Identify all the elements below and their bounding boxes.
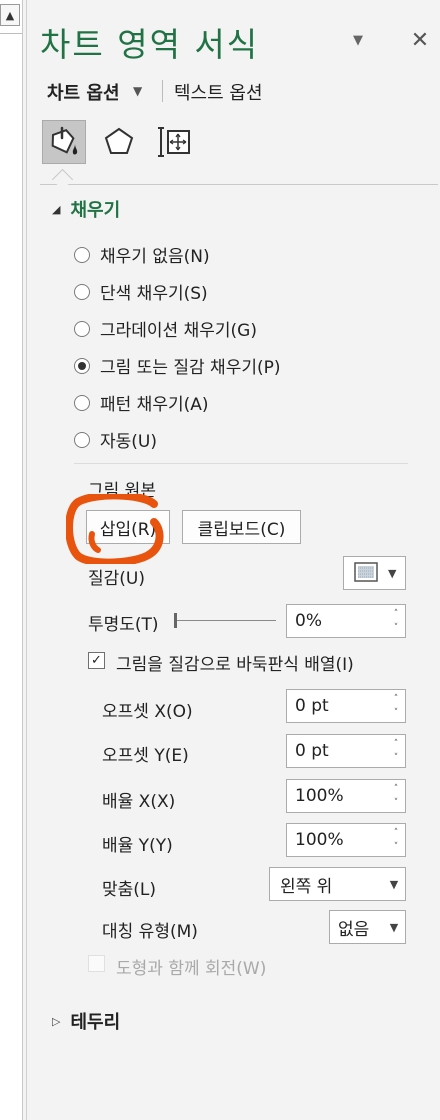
worksheet-divider xyxy=(0,33,22,34)
scale-x-spinner[interactable]: 100% ˄ ˅ xyxy=(286,779,406,813)
section-divider xyxy=(74,463,408,464)
border-section-title: 테두리 xyxy=(70,1012,121,1033)
spin-down-icon[interactable]: ˅ xyxy=(394,751,399,765)
expand-triangle-icon[interactable]: ▷ xyxy=(52,1015,60,1028)
radio-label: 그림 또는 질감 채우기(P) xyxy=(100,358,281,378)
radio-label: 단색 채우기(S) xyxy=(100,284,208,304)
transparency-slider[interactable] xyxy=(176,620,276,621)
close-icon[interactable]: ✕ xyxy=(408,28,432,53)
transparency-slider-thumb[interactable] xyxy=(174,613,177,628)
radio-selected-dot xyxy=(78,361,86,370)
mirror-type-label: 대칭 유형(M) xyxy=(102,922,198,942)
border-section-header[interactable]: ▷ 테두리 xyxy=(52,1008,120,1034)
checkmark-icon: ✓ xyxy=(91,653,102,668)
radio-button[interactable] xyxy=(74,431,90,448)
scale-x-label: 배율 X(X) xyxy=(102,792,176,812)
rotate-with-shape-checkbox[interactable] xyxy=(88,955,105,972)
chevron-down-icon[interactable]: ▼ xyxy=(383,921,405,934)
transparency-label: 투명도(T) xyxy=(88,615,159,635)
alignment-value: 왼쪽 위 xyxy=(280,876,333,897)
offset-x-spinner[interactable]: 0 pt ˄ ˅ xyxy=(286,689,406,723)
collapse-triangle-icon[interactable]: ◢ xyxy=(52,203,60,216)
spinner-arrows[interactable]: ˄ ˅ xyxy=(387,780,405,812)
scale-x-value[interactable]: 100% xyxy=(287,786,387,806)
fill-section-title: 채우기 xyxy=(70,200,121,221)
scale-y-spinner[interactable]: 100% ˄ ˅ xyxy=(286,823,406,857)
spin-up-icon[interactable]: ˄ xyxy=(394,692,399,706)
radio-label: 자동(U) xyxy=(100,432,157,452)
fill-section-header[interactable]: ◢ 채우기 xyxy=(52,196,120,222)
radio-gradient-fill[interactable]: 그라데이션 채우기(G) xyxy=(74,316,257,341)
tab-chart-options[interactable]: 차트 옵션 xyxy=(47,79,120,105)
radio-label: 그라데이션 채우기(G) xyxy=(100,321,257,341)
scroll-up-arrow-icon[interactable]: ▲ xyxy=(0,4,20,26)
pane-title: 차트 영역 서식 xyxy=(40,25,260,64)
texture-swatch-icon xyxy=(354,562,378,582)
size-properties-icon[interactable] xyxy=(152,120,196,164)
chevron-down-icon[interactable]: ▼ xyxy=(388,567,396,580)
spin-down-icon[interactable]: ˅ xyxy=(394,796,399,810)
alignment-label: 맞춤(L) xyxy=(102,880,157,900)
spin-down-icon[interactable]: ˅ xyxy=(394,706,399,720)
pentagon-icon[interactable] xyxy=(97,120,141,164)
spinner-arrows[interactable]: ˄ ˅ xyxy=(387,824,405,856)
chevron-down-icon[interactable]: ▼ xyxy=(383,878,405,891)
radio-button[interactable] xyxy=(74,394,90,411)
radio-label: 채우기 없음(N) xyxy=(100,247,210,267)
chart-options-dropdown-icon[interactable]: ▼ xyxy=(133,84,142,98)
spinner-arrows[interactable]: ˄ ˅ xyxy=(387,735,405,767)
tab-divider xyxy=(162,80,163,102)
spin-up-icon[interactable]: ˄ xyxy=(394,737,399,751)
spin-up-icon[interactable]: ˄ xyxy=(394,826,399,840)
radio-button[interactable] xyxy=(74,246,90,263)
chevron-down-icon[interactable]: ▼ xyxy=(350,32,366,48)
spin-down-icon[interactable]: ˅ xyxy=(394,621,399,635)
pane-border xyxy=(26,0,27,1120)
worksheet-edge xyxy=(0,0,23,1120)
spinner-arrows[interactable]: ˄ ˅ xyxy=(387,605,405,637)
transparency-value[interactable]: 0% xyxy=(287,611,387,631)
offset-x-label: 오프셋 X(O) xyxy=(102,702,193,722)
radio-picture-texture-fill[interactable]: 그림 또는 질감 채우기(P) xyxy=(74,353,281,378)
mirror-type-dropdown[interactable]: 없음 ▼ xyxy=(329,910,406,944)
scale-y-label: 배율 Y(Y) xyxy=(102,836,173,856)
offset-y-spinner[interactable]: 0 pt ˄ ˅ xyxy=(286,734,406,768)
mirror-type-value: 없음 xyxy=(338,919,370,940)
offset-y-label: 오프셋 Y(E) xyxy=(102,746,189,766)
radio-button[interactable] xyxy=(74,283,90,300)
alignment-dropdown[interactable]: 왼쪽 위 ▼ xyxy=(269,867,406,901)
transparency-spinner[interactable]: 0% ˄ ˅ xyxy=(286,604,406,638)
spin-down-icon[interactable]: ˅ xyxy=(394,840,399,854)
radio-pattern-fill[interactable]: 패턴 채우기(A) xyxy=(74,390,209,415)
insert-picture-button[interactable]: 삽입(R) xyxy=(86,510,170,544)
picture-source-label: 그림 원본 xyxy=(88,481,156,501)
tile-checkbox[interactable]: ✓ xyxy=(88,652,105,669)
radio-label: 패턴 채우기(A) xyxy=(100,395,209,415)
paint-bucket-icon[interactable] xyxy=(42,120,86,164)
rotate-with-shape-label: 도형과 함께 회전(W) xyxy=(116,959,267,979)
spinner-arrows[interactable]: ˄ ˅ xyxy=(387,690,405,722)
radio-button-selected[interactable] xyxy=(74,357,90,374)
radio-solid-fill[interactable]: 단색 채우기(S) xyxy=(74,279,208,304)
clipboard-button[interactable]: 클립보드(C) xyxy=(182,510,301,544)
texture-dropdown[interactable]: ▼ xyxy=(343,556,406,590)
radio-automatic-fill[interactable]: 자동(U) xyxy=(74,427,157,452)
tile-checkbox-label: 그림을 질감으로 바둑판식 배열(I) xyxy=(116,655,354,675)
tab-text-options[interactable]: 텍스트 옵션 xyxy=(174,79,263,105)
spin-up-icon[interactable]: ˄ xyxy=(394,607,399,621)
selected-category-notch xyxy=(51,168,74,191)
offset-x-value[interactable]: 0 pt xyxy=(287,696,387,716)
spin-up-icon[interactable]: ˄ xyxy=(394,782,399,796)
texture-label: 질감(U) xyxy=(88,569,145,589)
scale-y-value[interactable]: 100% xyxy=(287,830,387,850)
offset-y-value[interactable]: 0 pt xyxy=(287,741,387,761)
category-divider xyxy=(40,184,438,185)
radio-no-fill[interactable]: 채우기 없음(N) xyxy=(74,242,210,267)
radio-button[interactable] xyxy=(74,320,90,337)
